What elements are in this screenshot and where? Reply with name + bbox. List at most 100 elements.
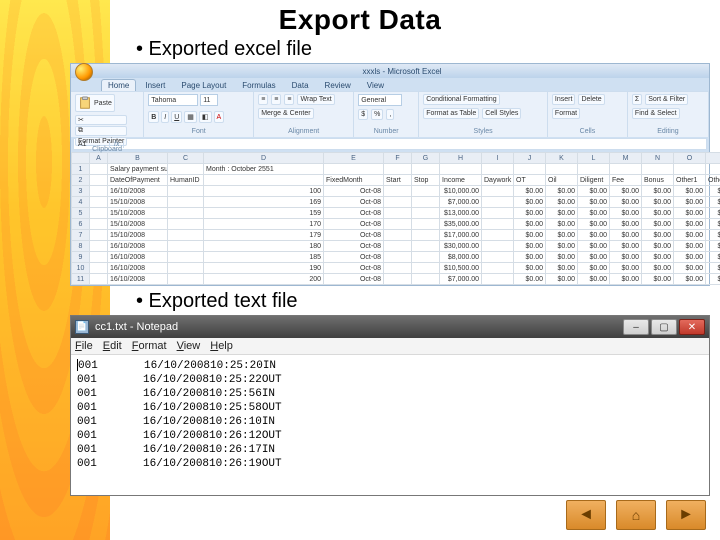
cell[interactable] [482, 252, 514, 263]
minimize-button[interactable]: – [623, 319, 649, 335]
autosum-button[interactable]: Σ [632, 94, 642, 105]
cell[interactable]: $0.00 [674, 208, 706, 219]
cell[interactable]: $0.00 [674, 219, 706, 230]
cell[interactable]: $0.00 [546, 197, 578, 208]
cell[interactable] [90, 241, 108, 252]
tab-home[interactable]: Home [101, 79, 136, 91]
next-slide-button[interactable]: ► [666, 500, 706, 530]
cell[interactable] [168, 219, 204, 230]
italic-button[interactable]: I [161, 111, 169, 123]
cell[interactable]: $0.00 [674, 274, 706, 285]
cell[interactable]: 180 [204, 241, 324, 252]
cell[interactable]: $0.00 [578, 197, 610, 208]
cell[interactable]: $0.00 [706, 208, 720, 219]
cell[interactable]: $0.00 [546, 274, 578, 285]
copy-button[interactable]: ⧉ [75, 126, 127, 136]
cell[interactable]: Other2 [706, 175, 720, 186]
cell[interactable]: Start [384, 175, 412, 186]
cell[interactable]: $0.00 [514, 186, 546, 197]
cell[interactable]: $0.00 [546, 186, 578, 197]
cell[interactable]: $0.00 [578, 274, 610, 285]
percent-button[interactable]: % [371, 109, 383, 120]
cell[interactable]: $0.00 [578, 263, 610, 274]
cell[interactable]: $7,000.00 [440, 197, 482, 208]
cell[interactable] [384, 164, 412, 175]
cell[interactable]: $0.00 [674, 252, 706, 263]
cell[interactable]: $0.00 [706, 263, 720, 274]
cell[interactable]: 159 [204, 208, 324, 219]
format-table-button[interactable]: Format as Table [423, 108, 479, 119]
format-cells-button[interactable]: Format [552, 108, 580, 119]
font-size-combo[interactable]: 11 [200, 94, 218, 106]
cell[interactable] [412, 219, 440, 230]
paste-button[interactable]: Paste [75, 94, 115, 112]
cell[interactable] [482, 230, 514, 241]
cell[interactable] [412, 252, 440, 263]
cell[interactable]: 15/10/2008 [108, 219, 168, 230]
cell[interactable]: $0.00 [706, 219, 720, 230]
maximize-button[interactable]: ▢ [651, 319, 677, 335]
align-center-button[interactable]: ≡ [271, 94, 281, 105]
cell[interactable]: $0.00 [642, 186, 674, 197]
cell[interactable]: $0.00 [610, 208, 642, 219]
cell[interactable]: $13,000.00 [440, 208, 482, 219]
cell[interactable]: 15/10/2008 [108, 197, 168, 208]
comma-button[interactable]: , [386, 109, 394, 120]
cell[interactable]: $0.00 [642, 241, 674, 252]
cell[interactable] [384, 197, 412, 208]
cell[interactable]: $0.00 [514, 219, 546, 230]
name-box[interactable]: A1 [74, 141, 110, 148]
cell[interactable]: $0.00 [578, 252, 610, 263]
table-row[interactable]: 916/10/2008185Oct-08$8,000.00$0.00$0.00$… [72, 252, 720, 263]
cell[interactable]: $8,000.00 [440, 252, 482, 263]
cell[interactable] [168, 208, 204, 219]
cell[interactable]: $0.00 [674, 241, 706, 252]
cell[interactable] [706, 164, 720, 175]
cell[interactable]: Month : October 2551 [204, 164, 324, 175]
tab-review[interactable]: Review [318, 79, 358, 91]
tab-view[interactable]: View [360, 79, 391, 91]
cut-button[interactable]: ✂ [75, 115, 127, 125]
cell[interactable] [90, 274, 108, 285]
cell[interactable]: $0.00 [578, 208, 610, 219]
cell[interactable]: Oct-08 [324, 230, 384, 241]
cell[interactable]: $0.00 [706, 274, 720, 285]
cell[interactable]: $0.00 [610, 252, 642, 263]
menu-format[interactable]: Format [132, 340, 167, 352]
cell[interactable]: Oct-08 [324, 186, 384, 197]
cell[interactable]: $0.00 [642, 230, 674, 241]
cell[interactable] [412, 164, 440, 175]
cell[interactable]: $0.00 [546, 230, 578, 241]
cell[interactable] [412, 197, 440, 208]
cell[interactable]: $0.00 [674, 197, 706, 208]
cell[interactable] [168, 241, 204, 252]
number-format-combo[interactable]: General [358, 94, 402, 106]
row-header[interactable]: 11 [72, 274, 90, 285]
cell[interactable]: $0.00 [706, 252, 720, 263]
cell[interactable] [514, 164, 546, 175]
cell[interactable] [168, 197, 204, 208]
table-row[interactable]: 415/10/2008169Oct-08$7,000.00$0.00$0.00$… [72, 197, 720, 208]
cell[interactable]: FixedMonth [324, 175, 384, 186]
cell[interactable]: $0.00 [642, 219, 674, 230]
row-header[interactable]: 7 [72, 230, 90, 241]
cell[interactable] [642, 164, 674, 175]
cell[interactable]: $17,000.00 [440, 230, 482, 241]
cell[interactable]: $0.00 [706, 230, 720, 241]
cell[interactable] [90, 186, 108, 197]
cell[interactable]: Income [440, 175, 482, 186]
menu-edit[interactable]: Edit [103, 340, 122, 352]
cell[interactable]: 100 [204, 186, 324, 197]
cell[interactable] [90, 219, 108, 230]
menu-view[interactable]: View [177, 340, 201, 352]
cell[interactable] [482, 263, 514, 274]
cell[interactable] [412, 263, 440, 274]
cell[interactable]: $30,000.00 [440, 241, 482, 252]
worksheet[interactable]: A B C D E F G H I J K L M N O [71, 152, 709, 285]
prev-slide-button[interactable]: ◄ [566, 500, 606, 530]
font-color-button[interactable]: A [214, 111, 225, 123]
cell[interactable]: $0.00 [706, 241, 720, 252]
tab-formulas[interactable]: Formulas [235, 79, 282, 91]
cell[interactable] [90, 208, 108, 219]
wrap-text-button[interactable]: Wrap Text [297, 94, 334, 105]
